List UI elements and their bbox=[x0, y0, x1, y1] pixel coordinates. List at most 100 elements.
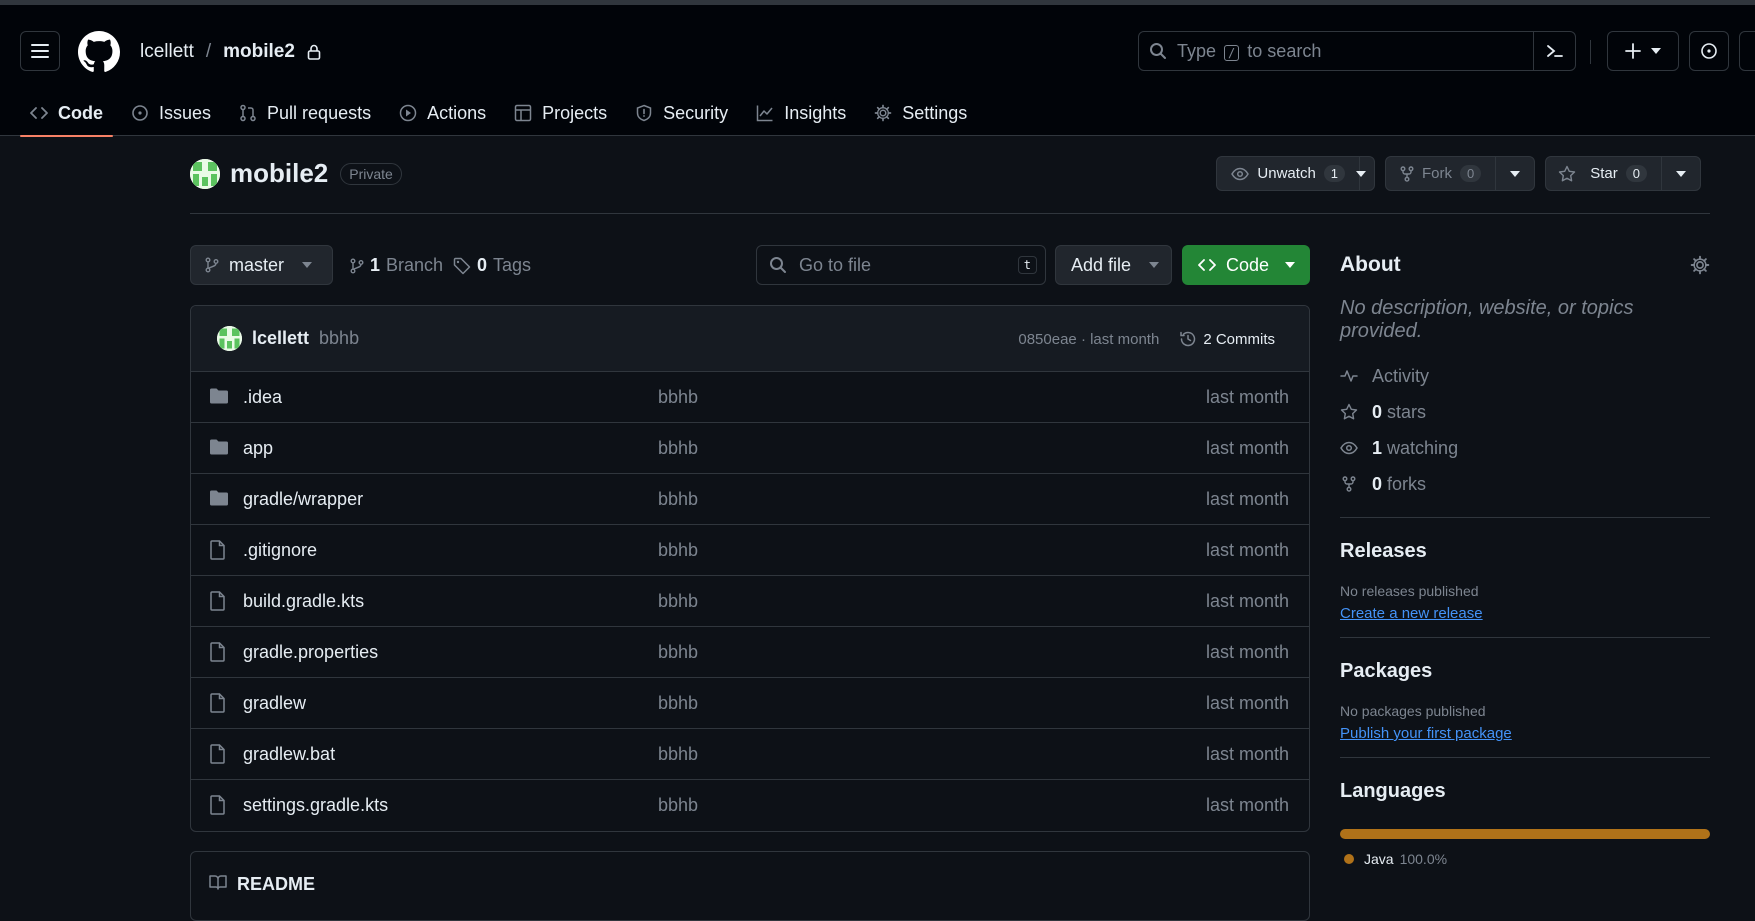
tab-projects[interactable]: Projects bbox=[504, 90, 617, 136]
releases-empty-text: No releases published bbox=[1340, 583, 1479, 599]
file-name-link[interactable]: app bbox=[243, 438, 273, 459]
file-name-link[interactable]: .idea bbox=[243, 387, 282, 408]
releases-title[interactable]: Releases bbox=[1340, 540, 1710, 563]
file-name-link[interactable]: settings.gradle.kts bbox=[243, 795, 388, 816]
packages-title[interactable]: Packages bbox=[1340, 660, 1710, 683]
global-search-input[interactable]: Type / to search bbox=[1138, 31, 1576, 71]
hamburger-menu-button[interactable] bbox=[20, 31, 60, 71]
file-row[interactable]: gradlew bbhb last month bbox=[191, 678, 1309, 729]
play-icon bbox=[399, 104, 417, 122]
activity-label: Activity bbox=[1372, 365, 1430, 386]
pull-requests-shortcut-button[interactable] bbox=[1739, 31, 1755, 71]
file-row[interactable]: .idea bbhb last month bbox=[191, 372, 1309, 423]
file-commit-message[interactable]: bbhb bbox=[658, 744, 698, 765]
commit-message[interactable]: bbhb bbox=[319, 328, 359, 349]
file-name-link[interactable]: gradle.properties bbox=[243, 642, 378, 663]
commits-link[interactable]: 2 Commits bbox=[1179, 330, 1275, 348]
fork-icon bbox=[1400, 165, 1414, 182]
graph-icon bbox=[756, 105, 773, 122]
breadcrumb-repo-link[interactable]: mobile2 bbox=[223, 41, 295, 63]
add-file-button[interactable]: Add file bbox=[1055, 245, 1172, 285]
go-to-file-shortcut: t bbox=[1017, 256, 1037, 274]
readme-title[interactable]: README bbox=[237, 874, 315, 895]
file-commit-message[interactable]: bbhb bbox=[658, 591, 698, 612]
branch-selector[interactable]: master bbox=[190, 245, 333, 285]
book-icon bbox=[209, 875, 227, 890]
file-commit-message[interactable]: bbhb bbox=[658, 489, 698, 510]
activity-link[interactable]: Activity bbox=[1340, 365, 1710, 387]
go-to-file-input[interactable]: Go to file t bbox=[756, 245, 1046, 285]
file-row[interactable]: gradle/wrapper bbhb last month bbox=[191, 474, 1309, 525]
branch-icon bbox=[205, 257, 219, 273]
file-commit-date: last month bbox=[1205, 590, 1289, 611]
create-release-link[interactable]: Create a new release bbox=[1340, 605, 1483, 622]
watch-dropdown[interactable] bbox=[1348, 157, 1374, 190]
fork-button-group: Fork 0 bbox=[1385, 156, 1536, 191]
file-commit-message[interactable]: bbhb bbox=[658, 795, 698, 816]
file-row[interactable]: .gitignore bbhb last month bbox=[191, 525, 1309, 576]
file-row[interactable]: app bbhb last month bbox=[191, 423, 1309, 474]
tab-issues[interactable]: Issues bbox=[121, 90, 221, 136]
file-commit-message[interactable]: bbhb bbox=[658, 438, 698, 459]
file-row[interactable]: gradlew.bat bbhb last month bbox=[191, 729, 1309, 780]
tab-insights[interactable]: Insights bbox=[746, 90, 856, 136]
file-commit-message[interactable]: bbhb bbox=[658, 387, 698, 408]
tab-pull-requests[interactable]: Pull requests bbox=[229, 90, 381, 136]
file-commit-message[interactable]: bbhb bbox=[658, 693, 698, 714]
file-type-icon bbox=[209, 591, 227, 616]
commit-author-avatar[interactable] bbox=[217, 326, 242, 351]
file-row[interactable]: gradle.properties bbhb last month bbox=[191, 627, 1309, 678]
languages-title: Languages bbox=[1340, 780, 1446, 802]
owner-avatar[interactable] bbox=[190, 158, 220, 189]
branches-link[interactable]: 1 Branch bbox=[350, 255, 443, 276]
pull-request-icon bbox=[240, 104, 256, 122]
gear-icon[interactable] bbox=[1690, 255, 1710, 275]
star-dropdown[interactable] bbox=[1662, 157, 1700, 190]
file-name-link[interactable]: build.gradle.kts bbox=[243, 591, 364, 612]
tab-code[interactable]: Code bbox=[20, 90, 113, 137]
commit-author[interactable]: lcellett bbox=[252, 328, 309, 349]
unwatch-button[interactable]: Unwatch 1 bbox=[1217, 157, 1361, 190]
eye-icon bbox=[1231, 167, 1250, 180]
caret-down-icon bbox=[1285, 262, 1296, 268]
history-icon bbox=[1180, 331, 1196, 347]
star-button[interactable]: Star 0 bbox=[1546, 157, 1662, 190]
file-name-link[interactable]: .gitignore bbox=[243, 540, 317, 561]
code-clone-button[interactable]: Code bbox=[1182, 245, 1310, 285]
tab-actions[interactable]: Actions bbox=[389, 90, 496, 136]
issue-icon bbox=[1701, 43, 1717, 59]
code-icon bbox=[1198, 259, 1216, 271]
fork-button[interactable]: Fork 0 bbox=[1386, 157, 1497, 190]
watching-count: 1 bbox=[1372, 437, 1383, 458]
stars-link[interactable]: 0 stars bbox=[1340, 401, 1710, 423]
tab-settings[interactable]: Settings bbox=[864, 90, 977, 136]
forks-link[interactable]: 0 forks bbox=[1340, 473, 1710, 495]
issues-shortcut-button[interactable] bbox=[1689, 31, 1729, 71]
watching-link[interactable]: 1 watching bbox=[1340, 437, 1710, 459]
tag-count: 0 bbox=[477, 255, 488, 275]
publish-package-link[interactable]: Publish your first package bbox=[1340, 725, 1512, 742]
github-logo-icon[interactable] bbox=[78, 31, 120, 73]
commit-hash-time[interactable]: 0850eae · last month bbox=[1018, 331, 1159, 348]
repo-name[interactable]: mobile2 bbox=[230, 158, 328, 189]
file-name-link[interactable]: gradlew bbox=[243, 693, 306, 714]
star-icon bbox=[1340, 403, 1358, 420]
breadcrumb-owner-link[interactable]: lcellett bbox=[140, 41, 194, 63]
file-commit-message[interactable]: bbhb bbox=[658, 540, 698, 561]
file-commit-message[interactable]: bbhb bbox=[658, 642, 698, 663]
tab-security[interactable]: Security bbox=[625, 90, 738, 136]
folder-icon bbox=[210, 439, 228, 455]
file-row[interactable]: build.gradle.kts bbhb last month bbox=[191, 576, 1309, 627]
create-new-button[interactable] bbox=[1607, 31, 1679, 71]
file-name-link[interactable]: gradle/wrapper bbox=[243, 489, 363, 510]
tags-link[interactable]: 0 Tags bbox=[453, 255, 531, 276]
command-palette-button[interactable] bbox=[1533, 32, 1575, 70]
fork-dropdown[interactable] bbox=[1496, 157, 1534, 190]
fork-icon bbox=[1342, 476, 1356, 492]
add-file-label: Add file bbox=[1071, 254, 1132, 275]
language-item-java[interactable]: Java 100.0% bbox=[1340, 851, 1710, 867]
header-divider bbox=[1590, 40, 1591, 64]
file-row[interactable]: settings.gradle.kts bbhb last month bbox=[191, 780, 1309, 831]
file-name-link[interactable]: gradlew.bat bbox=[243, 744, 335, 765]
file-type-icon bbox=[209, 795, 227, 820]
